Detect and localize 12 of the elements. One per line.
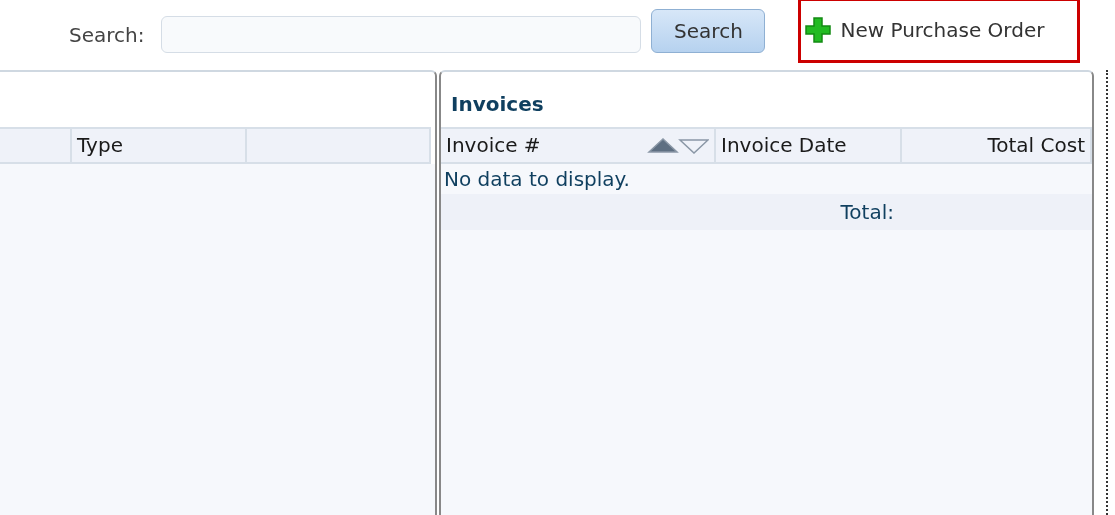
- new-purchase-order-button[interactable]: New Purchase Order: [798, 0, 1081, 63]
- empty-message: No data to display.: [443, 166, 631, 193]
- search-field[interactable]: [161, 16, 642, 53]
- plus-icon: [804, 16, 833, 44]
- panel-title: Invoices: [451, 90, 544, 118]
- column-header[interactable]: Total Cost: [902, 129, 1092, 162]
- sort-arrows-icon[interactable]: [647, 137, 709, 154]
- search-button[interactable]: Search: [651, 9, 766, 53]
- search-label: Search:: [69, 22, 145, 49]
- column-header[interactable]: Invoice Date: [716, 129, 902, 162]
- column-header[interactable]: Invoice #: [441, 129, 716, 162]
- total-label: Total:: [839, 199, 895, 226]
